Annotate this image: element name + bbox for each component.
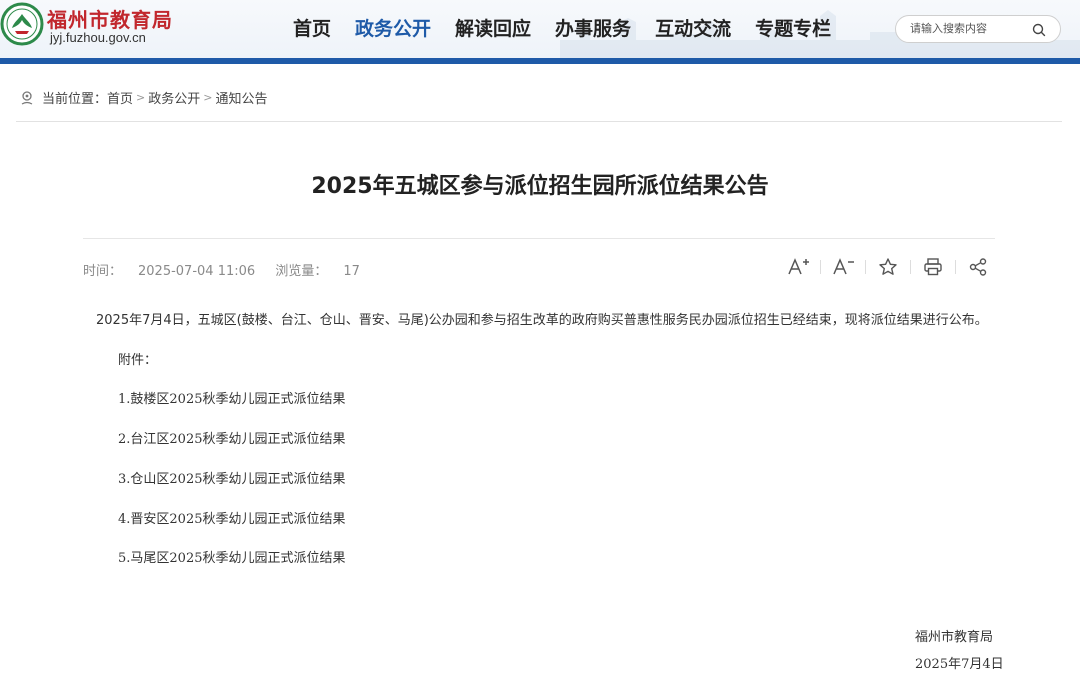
search-box xyxy=(895,15,1061,43)
favorite-button[interactable] xyxy=(876,255,900,279)
location-pin-icon xyxy=(21,90,33,105)
article-meta: 时间： 2025-07-04 11:06 浏览量： 17 xyxy=(83,260,376,279)
nav-item-interpretation[interactable]: 解读回应 xyxy=(445,14,541,41)
signature-date: 2025年7月4日 xyxy=(915,657,1004,672)
nav-item-interaction[interactable]: 互动交流 xyxy=(645,14,741,41)
nav-item-services[interactable]: 办事服务 xyxy=(545,14,641,41)
toolbar-divider xyxy=(955,260,956,274)
main-nav: 首页 政务公开 解读回应 办事服务 互动交流 专题专栏 xyxy=(283,14,845,41)
attachment-link-taijiang[interactable]: 2.台江区2025秋季幼儿园正式派位结果 xyxy=(118,428,346,447)
star-icon xyxy=(879,258,897,275)
bureau-logo[interactable] xyxy=(0,2,44,46)
breadcrumb-government-affairs[interactable]: 政务公开 xyxy=(148,88,200,107)
toolbar-divider xyxy=(910,260,911,274)
header-accent-bar xyxy=(0,58,1080,64)
toolbar-divider xyxy=(865,260,866,274)
search-input[interactable] xyxy=(910,21,1030,37)
breadcrumb-prefix: 当前位置： xyxy=(42,92,108,107)
print-button[interactable] xyxy=(921,255,945,279)
breadcrumb-separator: > xyxy=(203,91,213,104)
nav-item-government-affairs[interactable]: 政务公开 xyxy=(345,14,441,41)
attachment-link-gulou[interactable]: 1.鼓楼区2025秋季幼儿园正式派位结果 xyxy=(118,388,346,407)
font-increase-button[interactable] xyxy=(786,255,810,279)
share-button[interactable] xyxy=(966,255,990,279)
nav-item-home[interactable]: 首页 xyxy=(283,14,341,41)
nav-item-special-topics[interactable]: 专题专栏 xyxy=(745,14,841,41)
article-toolbar xyxy=(786,255,990,279)
publish-time: 2025-07-04 11:06 xyxy=(138,264,256,279)
font-increase-icon xyxy=(788,258,809,275)
attachments-label: 附件： xyxy=(118,353,158,368)
breadcrumb-notices[interactable]: 通知公告 xyxy=(215,88,267,107)
print-icon xyxy=(924,258,942,276)
font-decrease-button[interactable] xyxy=(831,255,855,279)
font-decrease-icon xyxy=(833,258,854,275)
attachment-link-jinan[interactable]: 4.晋安区2025秋季幼儿园正式派位结果 xyxy=(118,508,346,527)
breadcrumb-home[interactable]: 首页 xyxy=(107,88,133,107)
view-count: 17 xyxy=(343,264,360,279)
attachment-link-mawei[interactable]: 5.马尾区2025秋季幼儿园正式派位结果 xyxy=(118,547,346,566)
toolbar-divider xyxy=(820,260,821,274)
share-icon xyxy=(969,258,987,276)
breadcrumb: 当前位置： 首页 > 政务公开 > 通知公告 xyxy=(20,88,268,107)
article-title: 2025年五城区参与派位招生园所派位结果公告 xyxy=(311,174,769,199)
site-name[interactable]: 福州市教育局 xyxy=(47,4,173,33)
views-label: 浏览量： xyxy=(275,264,328,279)
site-url[interactable]: jyj.fuzhou.gov.cn xyxy=(50,30,146,45)
search-icon[interactable] xyxy=(1031,22,1047,38)
intro-paragraph: 2025年7月4日，五城区(鼓楼、台江、仓山、晋安、马尾)公办园和参与招生改革的… xyxy=(96,313,988,328)
attachment-link-cangshan[interactable]: 3.仓山区2025秋季幼儿园正式派位结果 xyxy=(118,468,346,487)
title-divider xyxy=(83,238,995,239)
time-label: 时间： xyxy=(83,264,123,279)
breadcrumb-separator: > xyxy=(136,91,146,104)
site-header: 福州市教育局 jyj.fuzhou.gov.cn 首页 政务公开 解读回应 办事… xyxy=(0,0,1080,58)
breadcrumb-divider xyxy=(16,121,1062,122)
signature: 福州市教育局 xyxy=(915,630,994,645)
